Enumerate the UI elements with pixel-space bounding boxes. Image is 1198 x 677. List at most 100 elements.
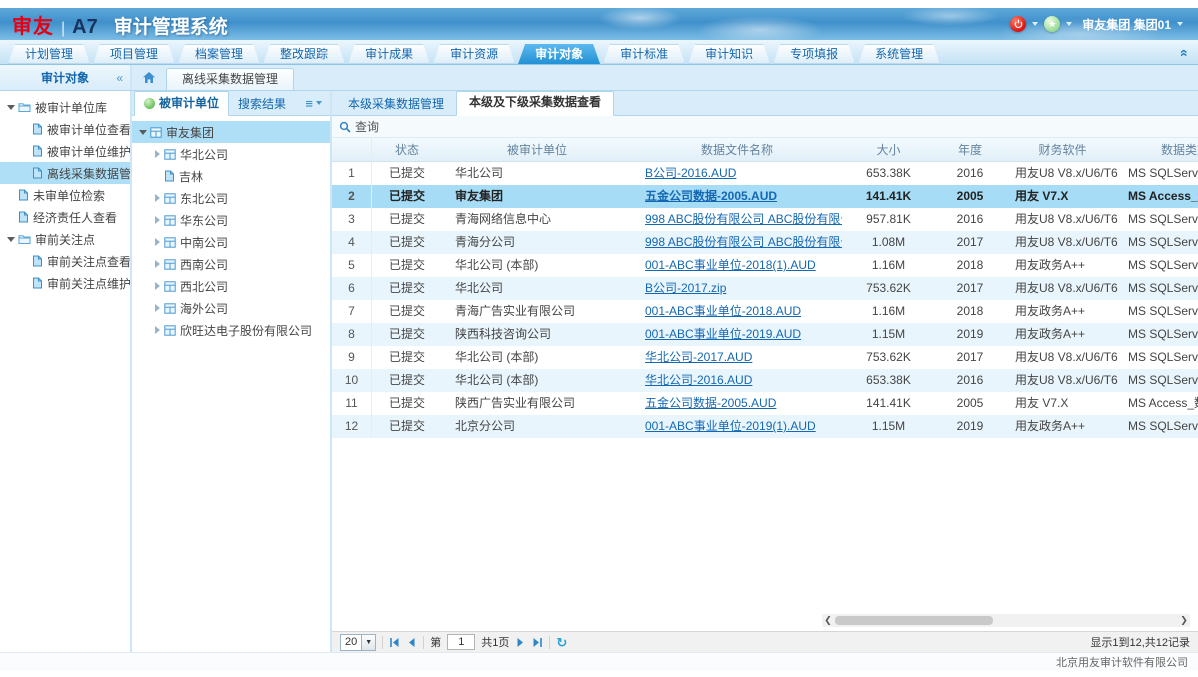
expander-icon[interactable] [152, 281, 162, 291]
tree-item[interactable]: 审前关注点查看 [0, 250, 130, 272]
expander-icon[interactable] [152, 325, 162, 335]
home-icon[interactable] [142, 71, 156, 84]
list-menu-icon[interactable]: ≡ [297, 96, 330, 111]
nav-tab[interactable]: 审计资源 [433, 44, 515, 64]
column-header[interactable]: 被审计单位 [442, 138, 632, 162]
nav-tab[interactable]: 审计知识 [688, 44, 770, 64]
page-number-input[interactable]: 1 [447, 634, 475, 650]
expander-icon[interactable] [152, 215, 162, 225]
nav-tab[interactable]: 审计成果 [348, 44, 430, 64]
file-link[interactable]: 001-ABC事业单位-2018.AUD [645, 304, 801, 318]
column-header[interactable]: 状态 [372, 138, 442, 162]
nav-tab[interactable]: 计划管理 [8, 44, 90, 64]
avatar-dropdown-caret[interactable] [1066, 22, 1072, 26]
tree-item[interactable]: 被审计单位库 [0, 96, 130, 118]
expander-icon[interactable] [138, 127, 148, 137]
table-row[interactable]: 12已提交北京分公司001-ABC事业单位-2019(1).AUD1.15M20… [332, 415, 1198, 438]
next-page-button[interactable] [515, 637, 526, 648]
column-header[interactable]: 年度 [935, 138, 1005, 162]
expander-icon[interactable] [152, 149, 162, 159]
tree-item[interactable]: 审前关注点 [0, 228, 130, 250]
table-row[interactable]: 8已提交陕西科技咨询公司001-ABC事业单位-2019.AUD1.15M201… [332, 323, 1198, 346]
refresh-icon[interactable]: ↻ [556, 636, 567, 649]
file-link[interactable]: 998 ABC股份有限公司 ABC股份有限公司 [645, 212, 842, 226]
file-link[interactable]: 五金公司数据-2005.AUD [645, 396, 776, 410]
nav-tab[interactable]: 审计对象 [518, 44, 600, 64]
tree-item[interactable]: 被审计单位维护 [0, 140, 130, 162]
tree-item[interactable]: 海外公司 [132, 297, 330, 319]
tree-item[interactable]: 华北公司 [132, 143, 330, 165]
expander-icon[interactable] [152, 259, 162, 269]
nav-tab[interactable]: 档案管理 [178, 44, 260, 64]
nav-tab[interactable]: 系统管理 [858, 44, 940, 64]
file-link[interactable]: 001-ABC事业单位-2019(1).AUD [645, 419, 816, 433]
expander-icon[interactable] [152, 303, 162, 313]
file-link[interactable]: 五金公司数据-2005.AUD [645, 189, 777, 203]
table-row[interactable]: 9已提交华北公司 (本部)华北公司-2017.AUD753.62K2017用友U… [332, 346, 1198, 369]
page-size-select[interactable]: 20 ▼ [340, 634, 376, 651]
current-user[interactable]: 审友集团 集团01 [1082, 16, 1171, 33]
expander-icon[interactable] [152, 237, 162, 247]
nav-tab[interactable]: 专项填报 [773, 44, 855, 64]
scroll-right-icon[interactable]: ❯ [1178, 614, 1190, 627]
tree-item[interactable]: 审友集团 [132, 121, 330, 143]
file-link[interactable]: 001-ABC事业单位-2018(1).AUD [645, 258, 816, 272]
column-header[interactable]: 大小 [842, 138, 935, 162]
nav-tab[interactable]: 整改跟踪 [263, 44, 345, 64]
power-icon[interactable] [1010, 16, 1026, 32]
scroll-left-icon[interactable]: ❮ [822, 614, 834, 627]
first-page-button[interactable] [389, 637, 400, 648]
tree-item[interactable]: 离线采集数据管理 [0, 162, 130, 184]
power-dropdown-caret[interactable] [1032, 22, 1038, 26]
column-header[interactable]: 数据类型 [1120, 138, 1198, 162]
org-tab[interactable]: 搜索结果 [229, 94, 295, 115]
table-row[interactable]: 7已提交青海广告实业有限公司001-ABC事业单位-2018.AUD1.16M2… [332, 300, 1198, 323]
tree-item[interactable]: 东北公司 [132, 187, 330, 209]
horizontal-scrollbar[interactable]: ❮ ❯ [822, 614, 1190, 627]
user-dropdown-caret[interactable] [1177, 22, 1183, 26]
tree-item[interactable]: 欣旺达电子股份有限公司 [132, 319, 330, 341]
nav-tab[interactable]: 审计标准 [603, 44, 685, 64]
collapse-sidebar-icon[interactable]: « [116, 71, 123, 85]
expander-icon[interactable] [6, 234, 16, 244]
prev-page-button[interactable] [406, 637, 417, 648]
table-row[interactable]: 10已提交华北公司 (本部)华北公司-2016.AUD653.38K2016用友… [332, 369, 1198, 392]
nav-tab[interactable]: 项目管理 [93, 44, 175, 64]
table-row[interactable]: 5已提交华北公司 (本部)001-ABC事业单位-2018(1).AUD1.16… [332, 254, 1198, 277]
tree-item[interactable]: 经济责任人查看 [0, 206, 130, 228]
expander-icon[interactable] [6, 102, 16, 112]
table-row[interactable]: 6已提交华北公司B公司-2017.zip753.62K2017用友U8 V8.x… [332, 277, 1198, 300]
column-header[interactable]: 数据文件名称 [632, 138, 842, 162]
file-link[interactable]: 998 ABC股份有限公司 ABC股份有限公司 [645, 235, 842, 249]
tree-item[interactable]: 中南公司 [132, 231, 330, 253]
file-link[interactable]: B公司-2016.AUD [645, 166, 736, 180]
data-tab[interactable]: 本级及下级采集数据查看 [456, 91, 614, 116]
file-link[interactable]: B公司-2017.zip [645, 281, 726, 295]
data-tab[interactable]: 本级采集数据管理 [336, 94, 456, 115]
column-header[interactable]: 财务软件 [1005, 138, 1120, 162]
table-row[interactable]: 11已提交陕西广告实业有限公司五金公司数据-2005.AUD141.41K200… [332, 392, 1198, 415]
collapse-header-icon[interactable]: « [1178, 49, 1192, 57]
table-row[interactable]: 4已提交青海分公司998 ABC股份有限公司 ABC股份有限公司1.08M201… [332, 231, 1198, 254]
tree-item[interactable]: 审前关注点维护 [0, 272, 130, 294]
user-avatar-icon[interactable]: ★ [1044, 16, 1060, 32]
page-tab-offline-data[interactable]: 离线采集数据管理 [166, 68, 294, 90]
last-page-button[interactable] [532, 637, 543, 648]
table-row[interactable]: 3已提交青海网络信息中心998 ABC股份有限公司 ABC股份有限公司957.8… [332, 208, 1198, 231]
tree-item[interactable]: 被审计单位查看 [0, 118, 130, 140]
tree-item[interactable]: 吉林 [132, 165, 330, 187]
expander-icon[interactable] [152, 193, 162, 203]
tree-item[interactable]: 西北公司 [132, 275, 330, 297]
file-link[interactable]: 001-ABC事业单位-2019.AUD [645, 327, 801, 341]
scrollbar-thumb[interactable] [835, 616, 993, 625]
tree-item[interactable]: 华东公司 [132, 209, 330, 231]
file-link[interactable]: 华北公司-2017.AUD [645, 350, 752, 364]
column-header[interactable] [332, 138, 372, 162]
org-tab[interactable]: 被审计单位 [134, 91, 229, 116]
tree-item[interactable]: 西南公司 [132, 253, 330, 275]
file-link[interactable]: 华北公司-2016.AUD [645, 373, 752, 387]
query-button[interactable]: 查询 [355, 118, 379, 135]
table-row[interactable]: 1已提交华北公司B公司-2016.AUD653.38K2016用友U8 V8.x… [332, 162, 1198, 185]
table-row[interactable]: 2已提交审友集团五金公司数据-2005.AUD141.41K2005用友 V7.… [332, 185, 1198, 208]
tree-item[interactable]: 未审单位检索 [0, 184, 130, 206]
